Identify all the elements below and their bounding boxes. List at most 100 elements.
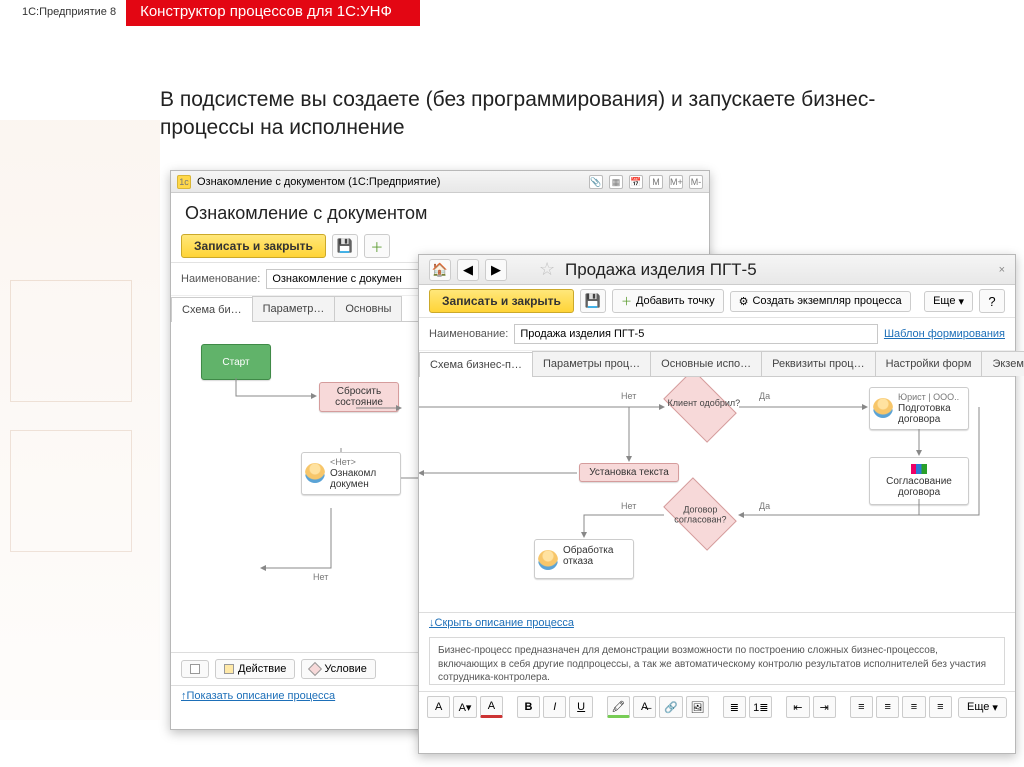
tool-generic[interactable] <box>181 660 209 678</box>
back-button[interactable]: ◀ <box>457 259 479 281</box>
node-task-text: Ознакомл докумен <box>330 468 396 490</box>
mem-mminus-button[interactable]: M- <box>689 175 703 189</box>
node-start[interactable]: Старт <box>201 344 271 380</box>
save-button[interactable]: 💾 <box>332 234 358 258</box>
save-button[interactable]: 💾 <box>580 289 606 313</box>
create-instance-button[interactable]: ⚙Создать экземпляр процесса <box>730 291 911 312</box>
text-color-button[interactable]: A <box>480 696 503 718</box>
numbered-list-button[interactable]: 1≣ <box>749 696 772 718</box>
template-link[interactable]: Шаблон формирования <box>884 328 1005 340</box>
align-center-button[interactable]: ≡ <box>876 696 899 718</box>
slide-background-deco <box>0 120 160 720</box>
format-toolbar: A A▾ A B I U 🖍 A̶ 🔗 🖼 ≣ 1≣ ⇤ ⇥ ≡ ≡ ≡ ≡ Е… <box>419 691 1015 722</box>
titlebar: 🏠 ◀ ▶ ☆ Продажа изделия ПГТ-5 × <box>419 255 1015 285</box>
add-point-button[interactable]: ＋Добавить точку <box>612 289 724 313</box>
save-close-button[interactable]: Записать и закрыть <box>181 234 326 258</box>
pin-icon[interactable]: 📎 <box>589 175 603 189</box>
name-input[interactable] <box>514 324 878 344</box>
node-prepare-contract[interactable]: Юрист | ООО.. Подготовка договора <box>869 387 969 430</box>
more-button[interactable]: Еще▾ <box>924 291 973 312</box>
tab-form-settings[interactable]: Настройки форм <box>875 351 983 376</box>
top-strip: 1С:Предприятие 8 Конструктор процессов д… <box>0 0 1024 26</box>
node-performer: Юрист | ООО.. <box>898 392 964 402</box>
diagram-canvas[interactable]: Клиент одобрил? Нет Да Установка текста … <box>419 377 1015 612</box>
link-button[interactable]: 🔗 <box>659 696 682 718</box>
bold-button[interactable]: B <box>517 696 540 718</box>
toolbar: Записать и закрыть 💾 ＋Добавить точку ⚙Со… <box>419 285 1015 318</box>
align-right-button[interactable]: ≡ <box>902 696 925 718</box>
mem-m-button[interactable]: M <box>649 175 663 189</box>
align-left-button[interactable]: ≡ <box>850 696 873 718</box>
chevron-down-icon: ▾ <box>992 701 998 714</box>
user-icon <box>305 463 325 483</box>
outdent-button[interactable]: ⇤ <box>786 696 809 718</box>
lead-text: В подсистеме вы создаете (без программир… <box>160 86 940 143</box>
brand-label: 1С:Предприятие 8 <box>0 0 126 26</box>
format-more-button[interactable]: Еще▾ <box>958 697 1007 718</box>
node-review-doc[interactable]: <Нет> Ознакомл докумен <box>301 452 401 495</box>
node-agree-contract[interactable]: Согласование договора <box>869 457 969 505</box>
node-task-text: Согласование договора <box>886 476 952 498</box>
image-button[interactable]: 🖼 <box>686 696 709 718</box>
node-contract-agreed[interactable]: Договор согласован? <box>663 477 737 551</box>
name-label: Наименование: <box>181 273 260 285</box>
help-button[interactable]: ? <box>979 289 1005 313</box>
tab-performers[interactable]: Основные испо… <box>650 351 762 376</box>
edge-yes: Да <box>757 391 772 401</box>
edge-label-no: Нет <box>311 572 330 582</box>
hide-description-link[interactable]: ↓Скрыть описание процесса <box>429 617 574 629</box>
highlight-button[interactable]: 🖍 <box>607 696 630 718</box>
show-description-link[interactable]: ↑Показать описание процесса <box>181 690 335 702</box>
slide-title: Конструктор процессов для 1С:УНФ <box>126 0 420 26</box>
font-button[interactable]: A <box>427 696 450 718</box>
home-button[interactable]: 🏠 <box>429 259 451 281</box>
mem-mplus-button[interactable]: M+ <box>669 175 683 189</box>
clear-format-button[interactable]: A̶ <box>633 696 656 718</box>
tab-main[interactable]: Основны <box>334 296 402 321</box>
favorite-star-icon[interactable]: ☆ <box>539 260 559 280</box>
calendar-icon[interactable]: 📅 <box>629 175 643 189</box>
node-set-text[interactable]: Установка текста <box>579 463 679 482</box>
app-icon: 1c <box>177 175 191 189</box>
node-reset[interactable]: Сбросить состояние <box>319 382 399 412</box>
window-product-sale: 🏠 ◀ ▶ ☆ Продажа изделия ПГТ-5 × Записать… <box>418 254 1016 754</box>
tab-instances[interactable]: Экземпляры <box>981 351 1024 376</box>
tab-scheme[interactable]: Схема би… <box>171 297 253 322</box>
add-button[interactable]: ＋ <box>364 234 390 258</box>
node-task-text: Обработка отказа <box>563 545 629 567</box>
plus-icon: ＋ <box>621 293 632 309</box>
window-title: Ознакомление с документом <box>171 193 709 230</box>
save-close-button[interactable]: Записать и закрыть <box>429 289 574 313</box>
close-icon[interactable]: × <box>999 264 1005 276</box>
process-description: Бизнес-процесс предназначен для демонстр… <box>429 637 1005 685</box>
gear-icon: ⚙ <box>739 295 749 308</box>
underline-button[interactable]: U <box>569 696 592 718</box>
titlebar: 1c Ознакомление с документом (1С:Предпри… <box>171 171 709 193</box>
edge-yes: Да <box>757 501 772 511</box>
tab-params[interactable]: Параметры проц… <box>532 351 651 376</box>
align-justify-button[interactable]: ≡ <box>929 696 952 718</box>
bullet-list-button[interactable]: ≣ <box>723 696 746 718</box>
forward-button[interactable]: ▶ <box>485 259 507 281</box>
tabs: Схема бизнес-п… Параметры проц… Основные… <box>419 351 1015 377</box>
edge-no: Нет <box>619 501 638 511</box>
italic-button[interactable]: I <box>543 696 566 718</box>
titlebar-text: Ознакомление с документом (1С:Предприяти… <box>197 176 440 188</box>
tab-params[interactable]: Параметр… <box>252 296 336 321</box>
window-title: Продажа изделия ПГТ-5 <box>565 260 757 280</box>
tab-requisites[interactable]: Реквизиты проц… <box>761 351 875 376</box>
node-reject-handling[interactable]: Обработка отказа <box>534 539 634 579</box>
user-icon <box>538 550 558 570</box>
hide-description-bar: ↓Скрыть описание процесса <box>419 612 1015 633</box>
tab-scheme[interactable]: Схема бизнес-п… <box>419 352 533 377</box>
node-client-approved[interactable]: Клиент одобрил? <box>663 377 737 443</box>
calc-icon[interactable]: ▦ <box>609 175 623 189</box>
tool-condition[interactable]: Условие <box>301 659 376 679</box>
tool-action[interactable]: Действие <box>215 659 295 679</box>
user-icon <box>873 398 893 418</box>
font-size-button[interactable]: A▾ <box>453 696 476 718</box>
indent-button[interactable]: ⇥ <box>813 696 836 718</box>
edge-no: Нет <box>619 391 638 401</box>
node-performer: <Нет> <box>330 457 396 467</box>
node-task-text: Подготовка договора <box>898 403 964 425</box>
